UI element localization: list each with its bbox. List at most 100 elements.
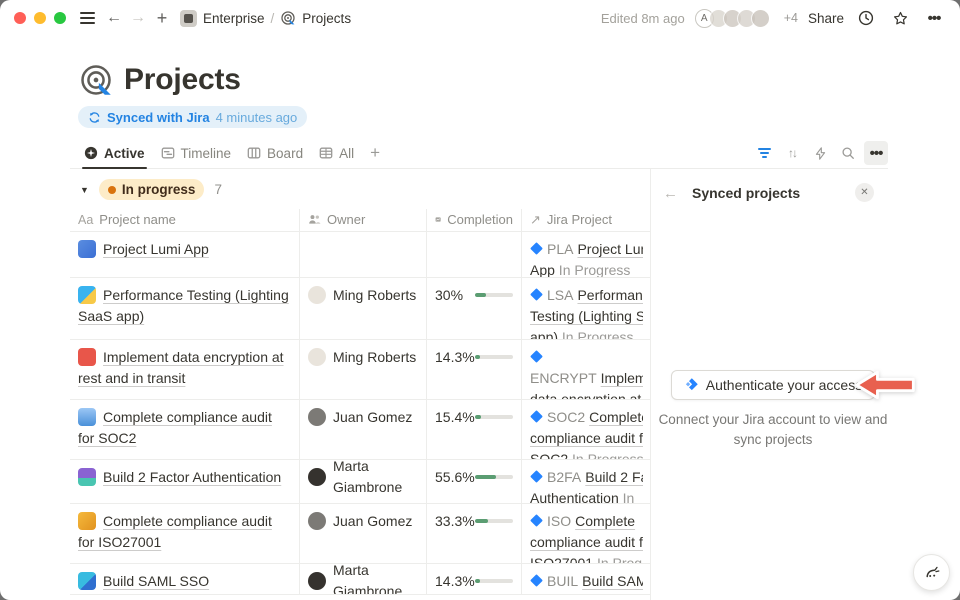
tab-active[interactable]: Active [78, 139, 151, 168]
panel-back-button[interactable]: ← [663, 185, 678, 202]
breadcrumb-page[interactable]: Projects [302, 11, 351, 26]
cell-project-name[interactable]: Complete compliance audit for SOC2 [70, 400, 300, 459]
project-name-link[interactable]: Project Lumi App [103, 241, 209, 257]
panel-title: Synced projects [692, 185, 800, 201]
table-row: Implement data encryption at rest and in… [70, 340, 650, 400]
filter-button[interactable] [752, 141, 776, 165]
tab-board[interactable]: Board [241, 139, 309, 168]
cell-owner[interactable]: Ming Roberts [300, 278, 427, 339]
jira-link[interactable]: ENCRYPTImplement data encryption at rest… [530, 347, 643, 399]
project-name-link[interactable]: Build SAML SSO authentication. [78, 573, 209, 594]
view-switcher-bar: Active Timeline Board [70, 139, 888, 169]
jira-link[interactable]: ISOComplete compliance audit for ISO2700… [530, 511, 643, 563]
cell-project-name[interactable]: Complete compliance audit for ISO27001 [70, 504, 300, 563]
owner: Juan Gomez [308, 511, 418, 532]
table-view: ▼ In progress 7 Aa Project name O [0, 169, 651, 600]
cell-owner[interactable] [300, 232, 427, 277]
tab-label: Board [267, 146, 303, 161]
project-icon [78, 572, 96, 590]
project-name-link[interactable]: Performance Testing (Lighting SaaS app) [78, 287, 289, 324]
owner-name: Ming Roberts [333, 347, 416, 368]
cell-jira-project[interactable]: ENCRYPTImplement data encryption at rest… [522, 340, 643, 399]
add-view-button[interactable]: + [364, 143, 386, 163]
star-icon [892, 10, 909, 27]
share-button[interactable]: Share [808, 11, 844, 26]
cell-jira-project[interactable]: LSAPerformance Testing (Lighting SaaS ap… [522, 278, 643, 339]
cell-jira-project[interactable]: SOC2Complete compliance audit for SOC2 I… [522, 400, 643, 459]
clock-icon [858, 10, 874, 26]
cell-owner[interactable]: Juan Gomez [300, 400, 427, 459]
cell-owner[interactable]: Ming Roberts [300, 340, 427, 399]
project-name-link[interactable]: Complete compliance audit for ISO27001 [78, 513, 272, 550]
jira-link[interactable]: LSAPerformance Testing (Lighting SaaS ap… [530, 285, 643, 339]
progress-fill [475, 519, 488, 523]
jira-key: SOC2 [547, 409, 585, 425]
automations-button[interactable] [808, 141, 832, 165]
authenticate-button[interactable]: Authenticate your access [671, 370, 875, 400]
breadcrumb-workspace[interactable]: Enterprise [203, 11, 265, 26]
column-header-project-name[interactable]: Aa Project name [70, 209, 300, 231]
sort-button[interactable]: ↑↓ [780, 141, 804, 165]
column-header-completion[interactable]: Completion [427, 209, 522, 231]
cell-project-name[interactable]: Build 2 Factor Authentication [70, 460, 300, 503]
timeline-view-icon [161, 146, 175, 160]
table-row: Performance Testing (Lighting SaaS app) M… [70, 278, 650, 340]
cell-completion[interactable]: 15.4% [427, 400, 522, 459]
jira-sync-badge[interactable]: Synced with Jira 4 minutes ago [78, 106, 307, 128]
assistant-fab-button[interactable] [913, 554, 950, 591]
owner: Marta Giambrone [308, 571, 418, 592]
jira-link[interactable]: SOC2Complete compliance audit for SOC2 I… [530, 407, 643, 459]
cell-project-name[interactable]: Project Lumi App [70, 232, 300, 277]
nav-forward-button[interactable]: → [126, 6, 150, 30]
project-name-link[interactable]: Build 2 Factor Authentication [103, 469, 281, 485]
page-title-icon[interactable] [78, 62, 114, 98]
column-header-owner[interactable]: Owner [300, 209, 427, 231]
page-title[interactable]: Projects [124, 63, 241, 97]
cell-completion[interactable]: 14.3% [427, 564, 522, 594]
view-more-button[interactable]: ••• [864, 141, 888, 165]
page-more-button[interactable]: ••• [922, 6, 946, 30]
cell-project-name[interactable]: Build SAML SSO authentication. [70, 564, 300, 594]
cell-project-name[interactable]: Implement data encryption at rest and in… [70, 340, 300, 399]
project-name-link[interactable]: Implement data encryption at rest and in… [78, 349, 284, 386]
favorite-button[interactable] [888, 6, 912, 30]
cell-project-name[interactable]: Performance Testing (Lighting SaaS app) [70, 278, 300, 339]
cell-completion[interactable]: 14.3% [427, 340, 522, 399]
jira-diamond-icon [530, 410, 543, 423]
minimize-window-button[interactable] [34, 12, 46, 24]
cell-owner[interactable]: Juan Gomez [300, 504, 427, 563]
authenticate-button-label: Authenticate your access [706, 377, 862, 393]
avatar[interactable] [751, 9, 770, 28]
jira-link[interactable]: B2FABuild 2 Factor Authentication In Pro… [530, 467, 643, 503]
zoom-window-button[interactable] [54, 12, 66, 24]
search-button[interactable] [836, 141, 860, 165]
cell-owner[interactable]: Marta Giambrone [300, 564, 427, 594]
collapse-group-toggle[interactable]: ▼ [80, 185, 89, 195]
panel-close-button[interactable]: ✕ [855, 183, 874, 202]
tab-timeline[interactable]: Timeline [155, 139, 238, 168]
project-icon [78, 468, 96, 486]
close-window-button[interactable] [14, 12, 26, 24]
project-name-link[interactable]: Complete compliance audit for SOC2 [78, 409, 272, 446]
cell-owner[interactable]: Marta Giambrone [300, 460, 427, 503]
sidebar-toggle-button[interactable] [78, 6, 102, 30]
cell-completion[interactable]: 55.6% [427, 460, 522, 503]
cell-jira-project[interactable]: ISOComplete compliance audit for ISO2700… [522, 504, 643, 563]
doodle-face-icon [922, 563, 942, 583]
column-header-jira-project[interactable]: ↗ Jira Project [522, 209, 643, 231]
new-page-button[interactable]: + [150, 6, 174, 30]
group-status-pill[interactable]: In progress [99, 179, 205, 200]
cell-completion[interactable]: 30% [427, 278, 522, 339]
viewer-avatars[interactable]: A [695, 9, 770, 28]
nav-back-button[interactable]: ← [102, 6, 126, 30]
cell-jira-project[interactable]: B2FABuild 2 Factor Authentication In Pro… [522, 460, 643, 503]
jira-link[interactable]: PLAProject Lumi App In Progress [530, 239, 643, 277]
updates-button[interactable] [854, 6, 878, 30]
cell-jira-project[interactable]: PLAProject Lumi App In Progress [522, 232, 643, 277]
jira-link[interactable]: BUILBuild SAML SSO authentication. In Pr… [530, 571, 643, 594]
cell-completion[interactable]: 33.3% [427, 504, 522, 563]
cell-completion[interactable] [427, 232, 522, 277]
tab-all[interactable]: All [313, 139, 360, 168]
cell-jira-project[interactable]: BUILBuild SAML SSO authentication. In Pr… [522, 564, 643, 594]
jira-diamond-icon [530, 350, 543, 363]
